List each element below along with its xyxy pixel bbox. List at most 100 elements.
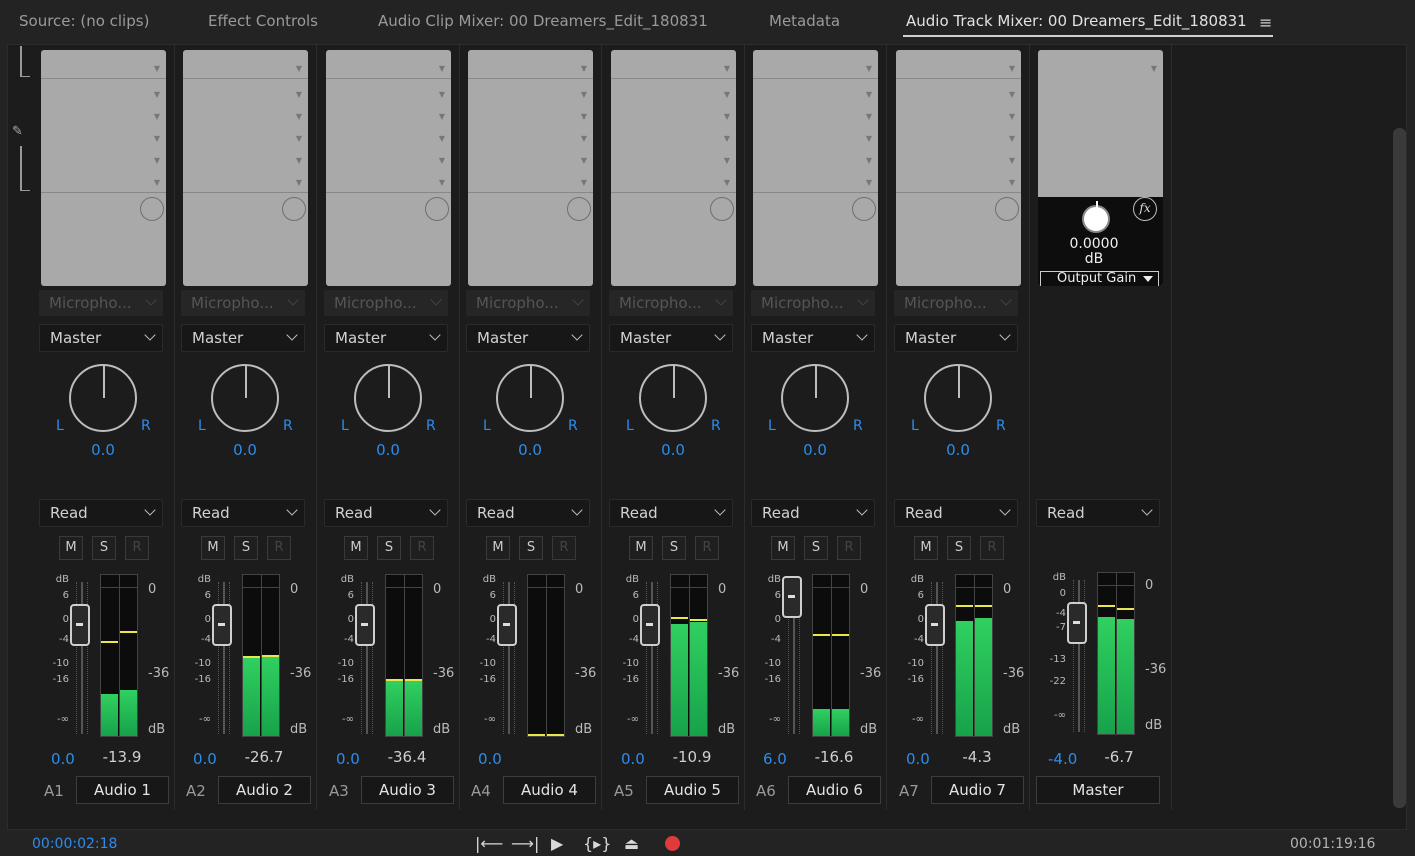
volume-fader-handle[interactable]: [212, 604, 232, 646]
volume-value[interactable]: 0.0: [193, 750, 217, 768]
record-enable-button[interactable]: R: [267, 536, 291, 560]
automation-mode-select[interactable]: Read: [751, 499, 875, 527]
effects-send-area[interactable]: ▼ ▼ ▼ ▼ ▼ ▼: [896, 50, 1021, 286]
play-in-to-out-icon[interactable]: {▸}: [583, 834, 611, 853]
solo-button[interactable]: S: [804, 536, 828, 560]
hamburger-icon[interactable]: ≡: [1259, 13, 1272, 32]
input-label: Micropho...: [191, 294, 274, 312]
mute-button[interactable]: M: [59, 536, 83, 560]
panel-tab-bar: Source: (no clips) Effect Controls Audio…: [0, 0, 1415, 42]
effects-send-area[interactable]: ▼ ▼ ▼ ▼ ▼ ▼: [753, 50, 878, 286]
volume-value[interactable]: 6.0: [763, 750, 787, 768]
pan-value[interactable]: 0.0: [372, 441, 404, 459]
solo-button[interactable]: S: [662, 536, 686, 560]
chevron-down-icon[interactable]: ▼: [1151, 64, 1157, 73]
mute-button[interactable]: M: [201, 536, 225, 560]
meter-left-channel: [671, 623, 688, 736]
volume-value[interactable]: 0.0: [906, 750, 930, 768]
volume-value[interactable]: 0.0: [478, 750, 502, 768]
output-gain-knob[interactable]: [1082, 201, 1110, 233]
go-to-out-icon[interactable]: ⟶|: [511, 834, 539, 853]
mute-button[interactable]: M: [486, 536, 510, 560]
volume-value[interactable]: 0.0: [621, 750, 645, 768]
tab-metadata[interactable]: Metadata: [769, 12, 840, 30]
solo-button[interactable]: S: [234, 536, 258, 560]
effects-send-area[interactable]: ▼ ▼ ▼ ▼ ▼ ▼: [611, 50, 736, 286]
solo-button[interactable]: S: [377, 536, 401, 560]
output-select[interactable]: Master: [39, 324, 163, 352]
master-volume-value[interactable]: -4.0: [1048, 750, 1077, 768]
go-to-in-icon[interactable]: |⟵: [475, 834, 503, 853]
master-automation-mode-select[interactable]: Read: [1036, 499, 1160, 527]
automation-mode-select[interactable]: Read: [39, 499, 163, 527]
meter-left-channel: [1098, 617, 1115, 734]
volume-fader-handle[interactable]: [497, 604, 517, 646]
effects-send-area[interactable]: ▼ ▼ ▼ ▼ ▼ ▼: [41, 50, 166, 286]
output-gain-readout[interactable]: 0.0000 dB: [1038, 237, 1150, 267]
output-select[interactable]: Master: [751, 324, 875, 352]
tab-audio-clip-mixer[interactable]: Audio Clip Mixer: 00 Dreamers_Edit_18083…: [378, 12, 708, 30]
pan-knob[interactable]: [354, 364, 422, 432]
mute-button[interactable]: M: [344, 536, 368, 560]
play-icon[interactable]: ▶: [551, 834, 563, 853]
pan-knob[interactable]: [496, 364, 564, 432]
output-select[interactable]: Master: [609, 324, 733, 352]
automation-mode-select[interactable]: Read: [466, 499, 590, 527]
solo-button[interactable]: S: [92, 536, 116, 560]
volume-fader-handle[interactable]: [782, 576, 802, 618]
current-timecode[interactable]: 00:00:02:18: [32, 836, 117, 852]
vertical-scrollbar[interactable]: [1393, 128, 1406, 808]
mute-button[interactable]: M: [914, 536, 938, 560]
volume-fader-handle[interactable]: [70, 604, 90, 646]
volume-value[interactable]: 0.0: [51, 750, 75, 768]
pan-knob[interactable]: [924, 364, 992, 432]
effects-send-area[interactable]: ▼ ▼ ▼ ▼ ▼ ▼: [183, 50, 308, 286]
record-enable-button[interactable]: R: [980, 536, 1004, 560]
tab-audio-track-mixer[interactable]: Audio Track Mixer: 00 Dreamers_Edit_1808…: [906, 12, 1247, 30]
pan-knob[interactable]: [211, 364, 279, 432]
pan-knob[interactable]: [639, 364, 707, 432]
effect-parameter-select[interactable]: Output Gain: [1040, 271, 1159, 286]
pan-value[interactable]: 0.0: [942, 441, 974, 459]
automation-mode-select[interactable]: Read: [609, 499, 733, 527]
pan-knob[interactable]: [69, 364, 137, 432]
record-enable-button[interactable]: R: [837, 536, 861, 560]
tab-effect-controls[interactable]: Effect Controls: [208, 12, 318, 30]
record-enable-button[interactable]: R: [410, 536, 434, 560]
loop-icon[interactable]: ⏏: [624, 834, 639, 853]
mute-button[interactable]: M: [629, 536, 653, 560]
solo-button[interactable]: S: [519, 536, 543, 560]
solo-button[interactable]: S: [947, 536, 971, 560]
pan-value[interactable]: 0.0: [229, 441, 261, 459]
gain-value[interactable]: 0.0000: [1038, 237, 1150, 252]
master-name-field[interactable]: Master: [1036, 776, 1160, 804]
output-select[interactable]: Master: [894, 324, 1018, 352]
tab-source[interactable]: Source: (no clips): [19, 12, 149, 30]
pan-value[interactable]: 0.0: [87, 441, 119, 459]
pan-value[interactable]: 0.0: [799, 441, 831, 459]
effects-send-area[interactable]: ▼ ▼ ▼ ▼ ▼ ▼: [326, 50, 451, 286]
input-select: Micropho...: [894, 290, 1018, 316]
record-button[interactable]: [665, 836, 680, 851]
master-effects-area[interactable]: ▼ fx 0.0000 dB Output Gain: [1038, 50, 1163, 286]
record-enable-button[interactable]: R: [125, 536, 149, 560]
record-enable-button[interactable]: R: [552, 536, 576, 560]
effects-send-area[interactable]: ▼ ▼ ▼ ▼ ▼ ▼: [468, 50, 593, 286]
automation-mode-select[interactable]: Read: [894, 499, 1018, 527]
master-volume-fader-handle[interactable]: [1067, 602, 1087, 644]
volume-fader-handle[interactable]: [925, 604, 945, 646]
automation-mode-select[interactable]: Read: [324, 499, 448, 527]
output-select[interactable]: Master: [181, 324, 305, 352]
output-select[interactable]: Master: [324, 324, 448, 352]
volume-fader-handle[interactable]: [355, 604, 375, 646]
volume-value[interactable]: 0.0: [336, 750, 360, 768]
volume-fader-handle[interactable]: [640, 604, 660, 646]
pan-value[interactable]: 0.0: [514, 441, 546, 459]
automation-mode-select[interactable]: Read: [181, 499, 305, 527]
pan-value[interactable]: 0.0: [657, 441, 689, 459]
fx-bypass-button[interactable]: fx: [1133, 197, 1157, 221]
mute-button[interactable]: M: [771, 536, 795, 560]
pan-knob[interactable]: [781, 364, 849, 432]
record-enable-button[interactable]: R: [695, 536, 719, 560]
output-select[interactable]: Master: [466, 324, 590, 352]
